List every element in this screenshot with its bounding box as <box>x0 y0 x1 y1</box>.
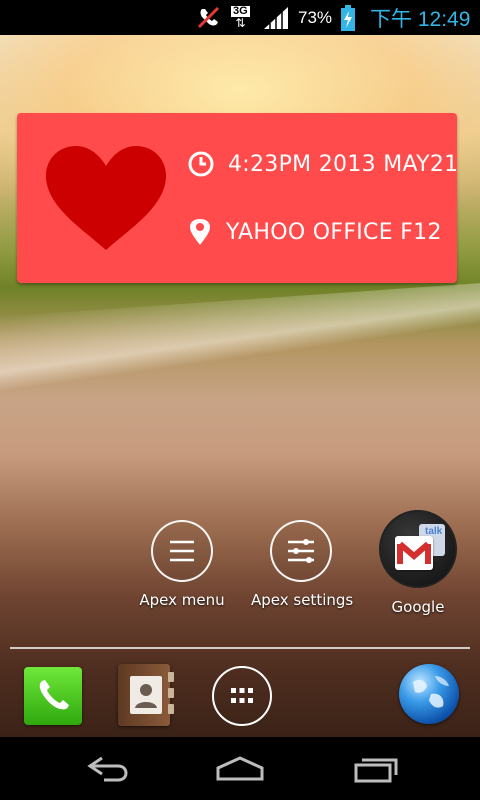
recent-apps-icon[interactable] <box>336 745 416 793</box>
clock-icon <box>188 151 214 177</box>
widget-location-row: YAHOO OFFICE F12 <box>188 215 442 249</box>
gmail-talk-folder-icon: talk <box>379 510 457 588</box>
widget-datetime: 4:23PM 2013 MAY21 <box>228 151 459 177</box>
3g-data-icon: 3G ⇅ <box>231 5 250 30</box>
apex-settings-app[interactable]: Apex settings <box>251 520 354 609</box>
location-pin-icon <box>190 219 210 245</box>
browser-globe-icon[interactable] <box>399 664 459 724</box>
app-label: Apex settings <box>251 591 354 609</box>
widget-location: YAHOO OFFICE F12 <box>226 219 442 245</box>
battery-percent: 73% <box>298 7 333 27</box>
dock-divider <box>10 647 470 649</box>
phone-icon[interactable] <box>24 667 82 725</box>
missed-call-icon <box>196 0 222 35</box>
home-icon[interactable] <box>200 745 280 793</box>
navigation-bar <box>0 737 480 800</box>
app-label: Apex menu <box>139 591 225 609</box>
status-bar: 3G ⇅ 73% 下午 12:49 <box>0 0 480 35</box>
menu-lines-icon <box>151 520 213 582</box>
apex-menu-app[interactable]: Apex menu <box>132 520 232 609</box>
back-icon[interactable] <box>66 745 146 793</box>
status-time: 下午 12:49 <box>370 7 471 31</box>
sliders-icon <box>270 520 332 582</box>
app-label: Google <box>391 598 445 616</box>
google-folder-app[interactable]: talk Google <box>368 510 468 616</box>
contacts-icon[interactable] <box>118 664 176 726</box>
heart-icon <box>44 144 168 252</box>
widget-datetime-row: 4:23PM 2013 MAY21 <box>188 147 458 181</box>
app-drawer-icon[interactable] <box>212 666 272 726</box>
battery-charging-icon <box>340 0 356 35</box>
signal-strength-icon <box>262 0 290 35</box>
